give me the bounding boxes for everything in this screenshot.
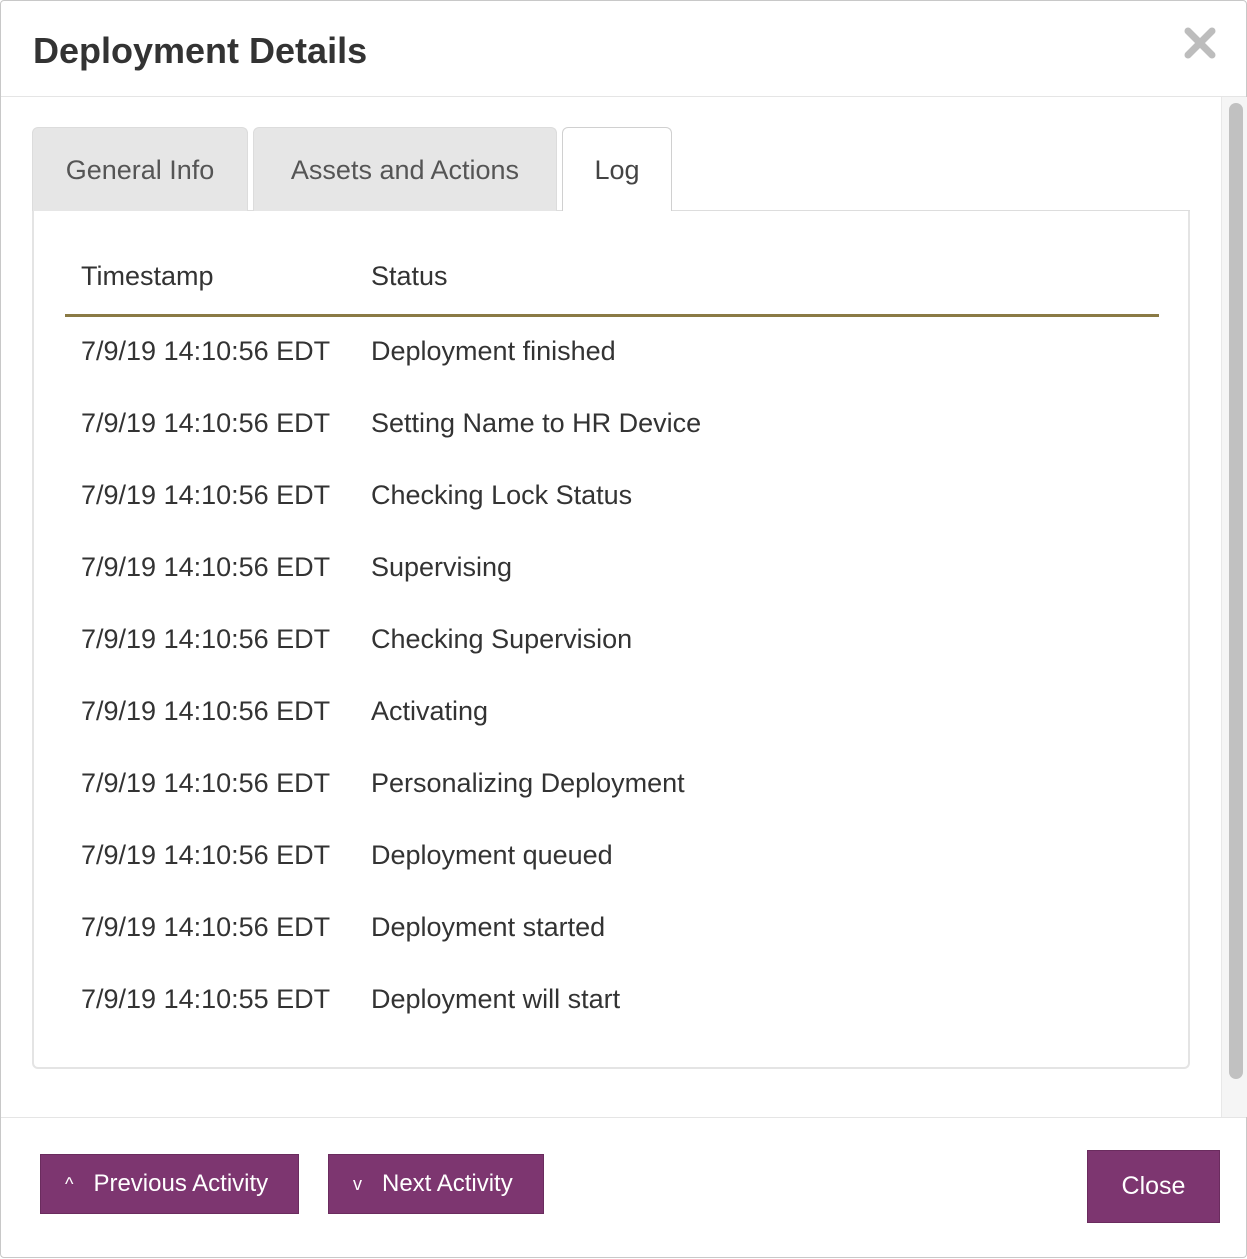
tab-general-info[interactable]: General Info bbox=[32, 127, 248, 211]
log-timestamp: 7/9/19 14:10:56 EDT bbox=[81, 839, 331, 870]
log-timestamp: 7/9/19 14:10:56 EDT bbox=[81, 911, 331, 942]
table-row: 7/9/19 14:10:56 EDT Activating bbox=[65, 675, 1159, 747]
tab-bar: General Info Assets and Actions Log bbox=[32, 127, 1190, 212]
table-row: 7/9/19 14:10:56 EDT Checking Lock Status bbox=[65, 459, 1159, 531]
log-timestamp: 7/9/19 14:10:56 EDT bbox=[81, 623, 331, 654]
log-timestamp: 7/9/19 14:10:55 EDT bbox=[81, 983, 331, 1014]
table-row: 7/9/19 14:10:56 EDT Setting Name to HR D… bbox=[65, 387, 1159, 459]
dialog-title: Deployment Details bbox=[33, 30, 368, 71]
log-timestamp: 7/9/19 14:10:56 EDT bbox=[81, 407, 331, 438]
table-row: 7/9/19 14:10:56 EDT Checking Supervision bbox=[65, 603, 1159, 675]
log-timestamp: 7/9/19 14:10:56 EDT bbox=[81, 695, 331, 726]
log-timestamp: 7/9/19 14:10:56 EDT bbox=[81, 767, 331, 798]
next-activity-button[interactable]: v Next Activity bbox=[328, 1154, 544, 1214]
log-status: Checking Lock Status bbox=[371, 479, 633, 510]
table-row: 7/9/19 14:10:56 EDT Deployment started bbox=[65, 891, 1159, 963]
table-header-row: Timestamp Status bbox=[65, 247, 1159, 317]
log-status: Setting Name to HR Device bbox=[371, 407, 702, 438]
log-status: Personalizing Deployment bbox=[371, 767, 685, 798]
log-timestamp: 7/9/19 14:10:56 EDT bbox=[81, 551, 331, 582]
table-row: 7/9/19 14:10:56 EDT Deployment finished bbox=[65, 315, 1159, 387]
deployment-details-dialog: Deployment Details General Info Assets a… bbox=[0, 0, 1247, 1258]
vertical-scrollbar[interactable] bbox=[1221, 97, 1247, 1117]
table-row: 7/9/19 14:10:55 EDT Deployment will star… bbox=[65, 963, 1159, 1035]
log-status: Deployment queued bbox=[371, 839, 613, 870]
tab-assets-and-actions[interactable]: Assets and Actions bbox=[253, 127, 557, 211]
log-status: Deployment will start bbox=[371, 983, 621, 1014]
log-panel: Timestamp Status 7/9/19 14:10:56 EDT Dep… bbox=[32, 211, 1190, 1069]
chevron-up-icon: ^ bbox=[65, 1174, 74, 1194]
previous-activity-label: Previous Activity bbox=[93, 1170, 269, 1197]
log-status: Activating bbox=[371, 695, 489, 726]
table-row: 7/9/19 14:10:56 EDT Personalizing Deploy… bbox=[65, 747, 1159, 819]
table-row: 7/9/19 14:10:56 EDT Deployment queued bbox=[65, 819, 1159, 891]
next-activity-label: Next Activity bbox=[382, 1170, 513, 1197]
column-header-status: Status bbox=[355, 247, 1159, 317]
log-timestamp: 7/9/19 14:10:56 EDT bbox=[81, 479, 331, 510]
previous-activity-button[interactable]: ^ Previous Activity bbox=[40, 1154, 299, 1214]
dialog-header: Deployment Details bbox=[1, 1, 1246, 97]
scrollbar-thumb[interactable] bbox=[1229, 103, 1243, 1079]
log-timestamp: 7/9/19 14:10:56 EDT bbox=[81, 336, 331, 367]
log-status: Deployment started bbox=[371, 911, 606, 942]
log-status: Supervising bbox=[371, 551, 513, 582]
table-row: 7/9/19 14:10:56 EDT Supervising bbox=[65, 531, 1159, 603]
close-button[interactable]: Close bbox=[1087, 1150, 1220, 1223]
close-x-icon[interactable] bbox=[1182, 25, 1218, 61]
log-status: Deployment finished bbox=[371, 336, 616, 367]
log-status: Checking Supervision bbox=[371, 623, 633, 654]
dialog-body: General Info Assets and Actions Log Time… bbox=[1, 97, 1221, 1117]
log-table: Timestamp Status 7/9/19 14:10:56 EDT Dep… bbox=[65, 247, 1159, 1035]
dialog-footer: ^ Previous Activity v Next Activity Clos… bbox=[1, 1117, 1246, 1259]
tab-log[interactable]: Log bbox=[562, 127, 672, 212]
chevron-down-icon: v bbox=[353, 1174, 362, 1194]
column-header-timestamp: Timestamp bbox=[65, 247, 355, 317]
